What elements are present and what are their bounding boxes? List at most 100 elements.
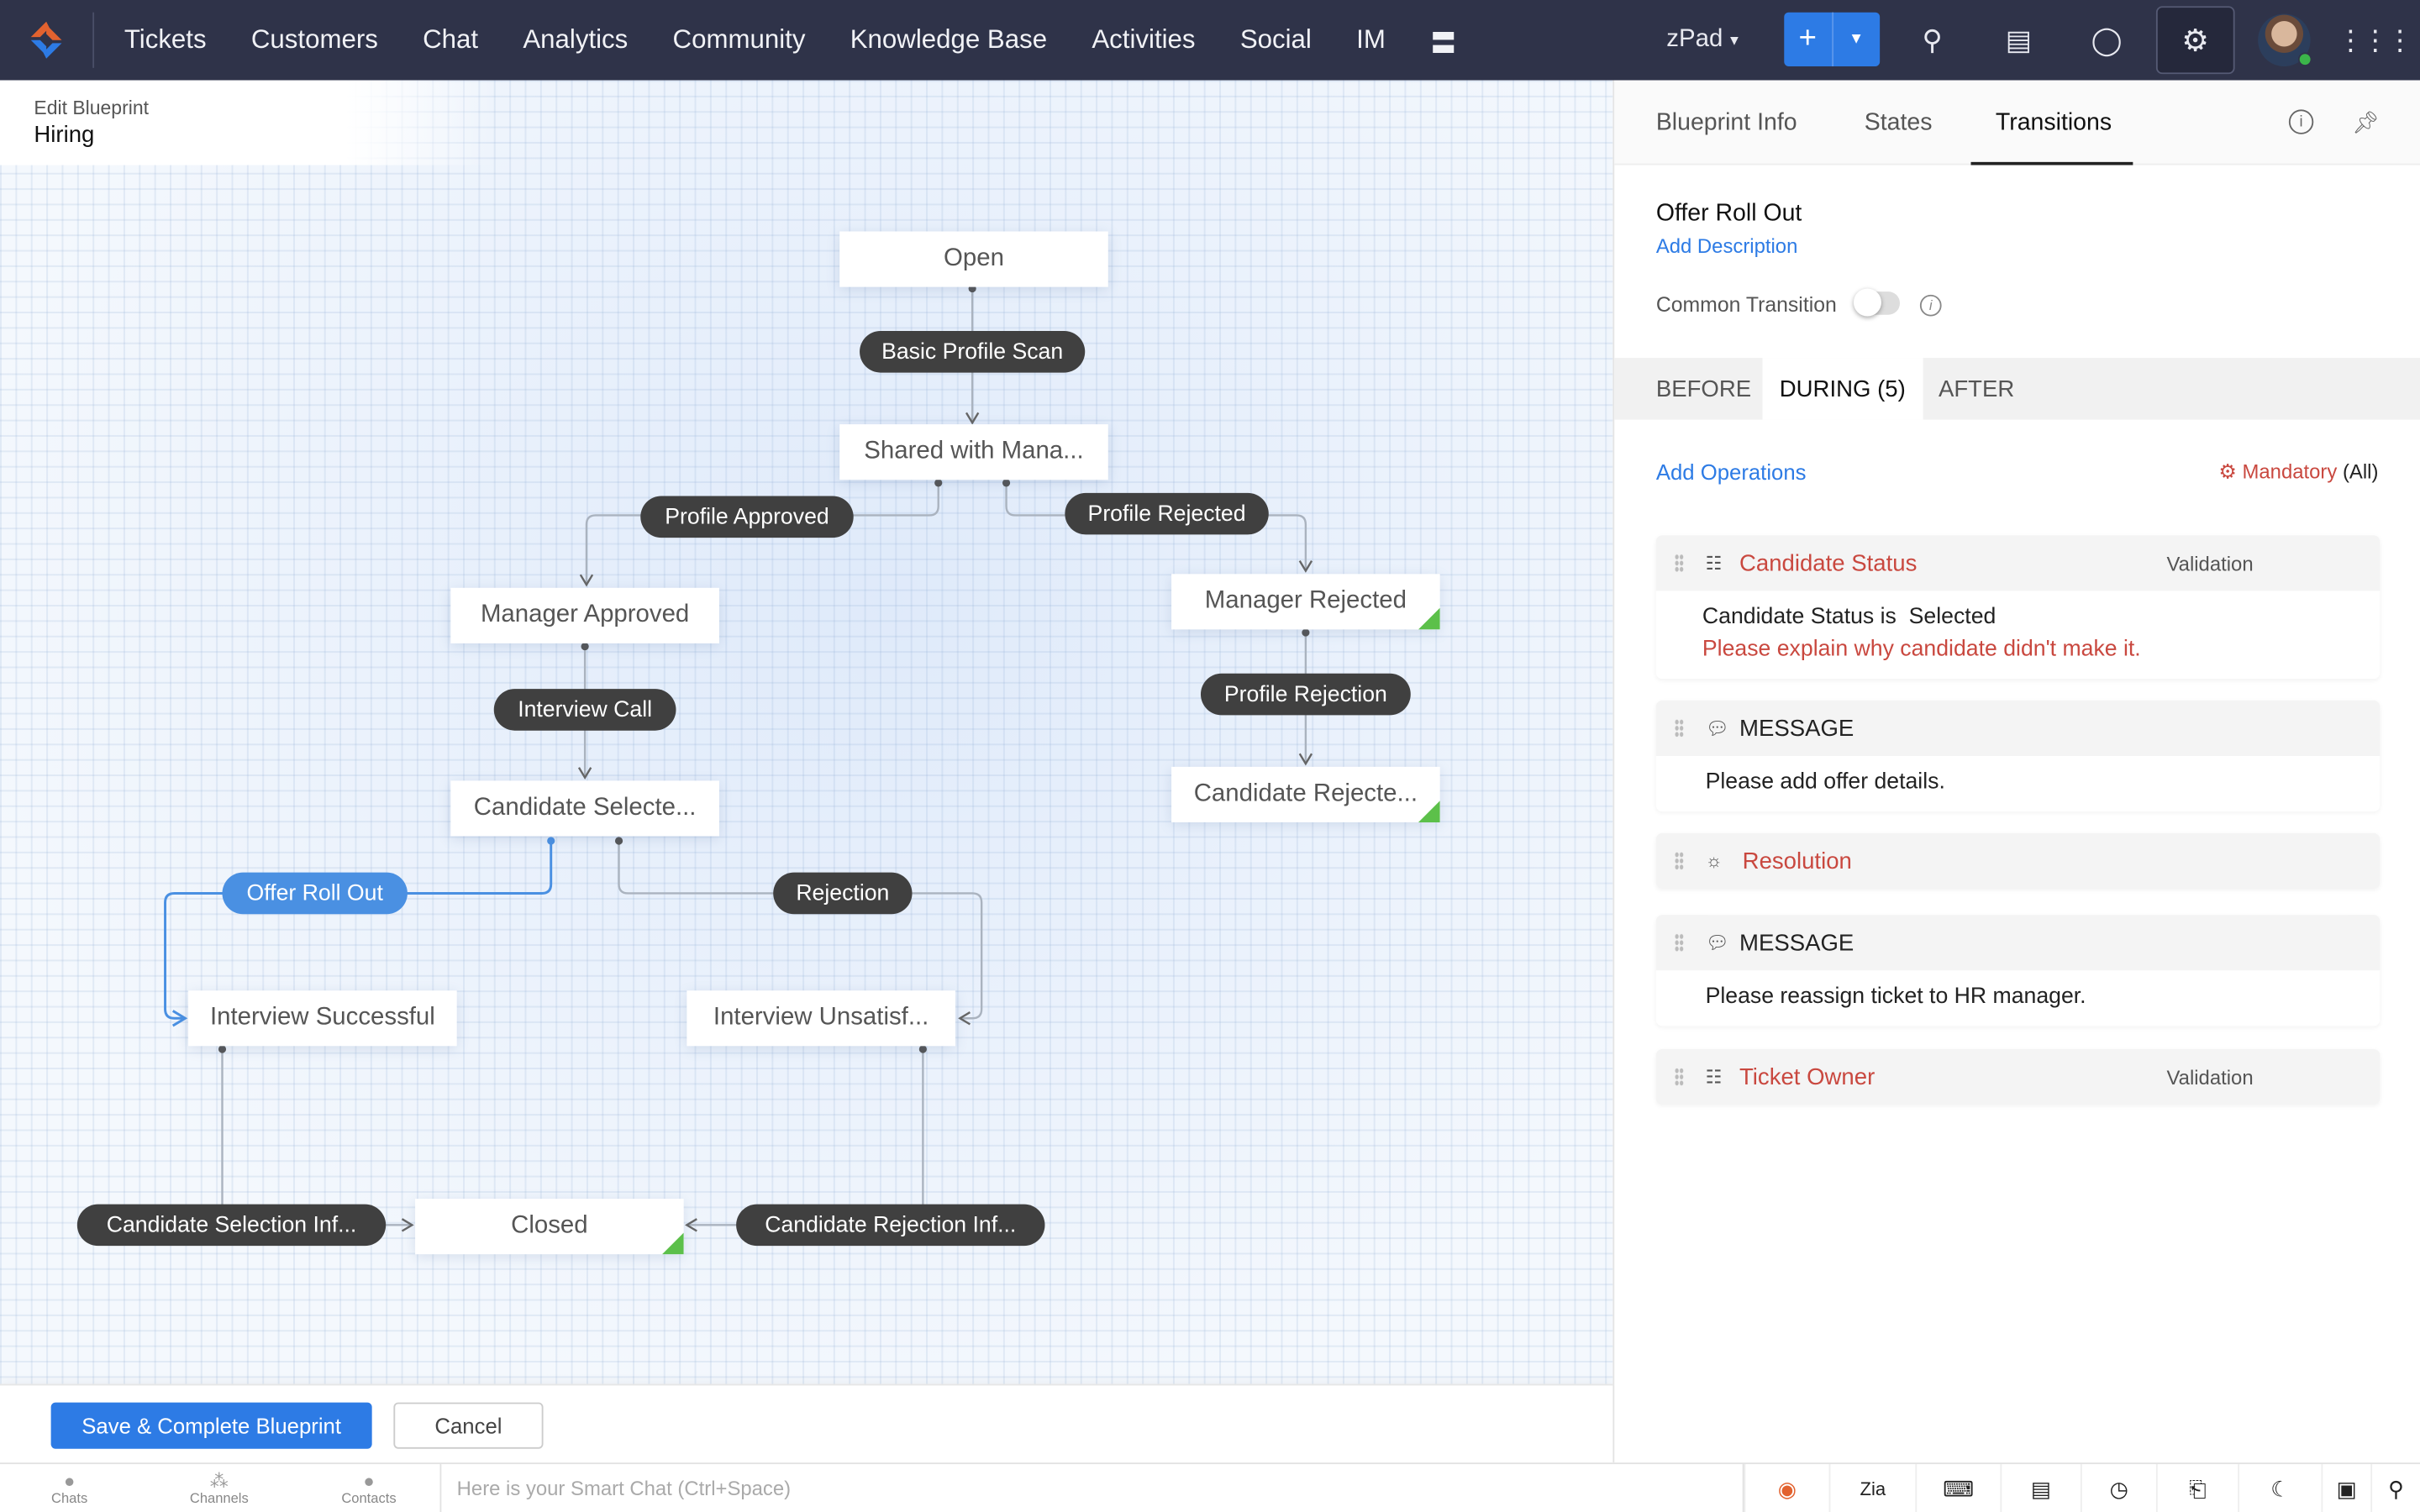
- operation-message[interactable]: 💬︎ MESSAGE Please add offer details.: [1655, 700, 2381, 812]
- common-transition-toggle[interactable]: [1853, 288, 1901, 317]
- pin-icon[interactable]: 📌︎: [2352, 108, 2380, 136]
- search-icon[interactable]: ⚲: [2370, 1464, 2420, 1512]
- avatar[interactable]: [2258, 13, 2312, 66]
- chat-bubble-icon: ●: [63, 1470, 76, 1493]
- state-closed[interactable]: Closed: [415, 1199, 684, 1255]
- state-shared-with-manager[interactable]: Shared with Mana...: [839, 424, 1108, 480]
- state-interview-unsatisfied[interactable]: Interview Unsatisf...: [687, 990, 955, 1047]
- nav-analytics[interactable]: Analytics: [501, 24, 650, 55]
- drag-handle-icon[interactable]: [1674, 933, 1684, 953]
- drag-handle-icon[interactable]: [1674, 851, 1684, 870]
- tab-after[interactable]: AFTER: [1939, 358, 2014, 419]
- panel-tabs: Blueprint Info States Transitions i 📌︎: [1614, 80, 2420, 165]
- toggle-knob: [1853, 288, 1881, 317]
- contacts-button[interactable]: ● Contacts: [329, 1464, 409, 1512]
- state-manager-rejected[interactable]: Manager Rejected: [1171, 574, 1440, 630]
- nav-customers[interactable]: Customers: [229, 24, 400, 55]
- blueprint-canvas[interactable]: Edit Blueprint Hiring Open Shared with M…: [0, 80, 1613, 1384]
- channels-label: Channels: [189, 1490, 249, 1506]
- mandatory-scope: (All): [2342, 459, 2379, 483]
- state-manager-approved[interactable]: Manager Approved: [450, 587, 719, 643]
- new-button[interactable]: + ▼: [1784, 12, 1881, 66]
- operation-resolution[interactable]: ☼ Resolution: [1655, 832, 2381, 889]
- bulb-icon: ☼: [1705, 850, 1723, 872]
- state-candidate-rejected[interactable]: Candidate Rejecte...: [1171, 766, 1440, 822]
- settings-button[interactable]: ⚙: [2155, 6, 2235, 75]
- add-operations-link[interactable]: Add Operations: [1656, 459, 1807, 484]
- transition-profile-rejected[interactable]: Profile Rejected: [1065, 492, 1269, 535]
- end-state-marker: [1418, 607, 1440, 630]
- channels-button[interactable]: ⁂ Channels: [179, 1464, 260, 1512]
- nav-knowledge-base[interactable]: Knowledge Base: [828, 24, 1070, 55]
- end-state-marker: [1418, 801, 1440, 822]
- nav-community[interactable]: Community: [650, 24, 828, 55]
- connector: [221, 1047, 414, 1232]
- operation-name: Resolution: [1742, 848, 1852, 874]
- tab-before[interactable]: BEFORE: [1656, 358, 1751, 419]
- clock-icon[interactable]: ◷: [2080, 1464, 2156, 1512]
- message-icon: 💬︎: [1705, 932, 1729, 954]
- state-label: Candidate Rejecte...: [1193, 780, 1418, 807]
- notes-alert-icon[interactable]: ▤: [2000, 1464, 2081, 1512]
- reply-icon[interactable]: ⎗: [2155, 1464, 2238, 1512]
- save-complete-button[interactable]: Save & Complete Blueprint: [50, 1402, 372, 1449]
- dark-mode-icon[interactable]: ☾: [2238, 1464, 2321, 1512]
- chats-button[interactable]: ● Chats: [29, 1464, 110, 1512]
- tab-during[interactable]: DURING (5): [1762, 358, 1923, 420]
- nav-chat[interactable]: Chat: [400, 24, 500, 55]
- mandatory-label: Mandatory: [2242, 459, 2338, 483]
- nav-im[interactable]: IM: [1334, 24, 1408, 55]
- smart-chat-input[interactable]: Here is your Smart Chat (Ctrl+Space): [439, 1464, 1744, 1512]
- transition-basic-profile-scan[interactable]: Basic Profile Scan: [860, 330, 1086, 373]
- transition-interview-call[interactable]: Interview Call: [493, 689, 676, 731]
- gear-icon: ⚙: [2218, 459, 2237, 483]
- transition-title: Offer Roll Out: [1655, 200, 1802, 228]
- zia-icon[interactable]: Zia: [1828, 1464, 1916, 1512]
- plus-icon[interactable]: +: [1784, 13, 1831, 66]
- drag-handle-icon[interactable]: [1674, 554, 1684, 573]
- operation-message[interactable]: 💬︎ MESSAGE Please reassign ticket to HR m…: [1655, 915, 2381, 1026]
- transition-offer-roll-out[interactable]: Offer Roll Out: [222, 872, 408, 915]
- nav-tickets[interactable]: Tickets: [102, 24, 229, 55]
- hamburger-icon[interactable]: 〓: [1407, 21, 1478, 60]
- tab-transitions[interactable]: Transitions: [1996, 109, 2112, 137]
- validation-condition: Candidate Status is Selected: [1702, 605, 1996, 630]
- transition-candidate-selection-inf[interactable]: Candidate Selection Inf...: [76, 1204, 387, 1247]
- feed-icon[interactable]: ▣: [2321, 1464, 2370, 1512]
- transition-candidate-rejection-inf[interactable]: Candidate Rejection Inf...: [736, 1204, 1045, 1247]
- state-interview-successful[interactable]: Interview Successful: [188, 990, 457, 1047]
- drag-handle-icon[interactable]: [1674, 718, 1684, 738]
- portal-switcher[interactable]: zPad ▼: [1660, 0, 1747, 81]
- transition-rejection[interactable]: Rejection: [773, 872, 913, 915]
- active-tab-indicator: [1970, 161, 2133, 165]
- state-open[interactable]: Open: [839, 231, 1108, 287]
- tab-states[interactable]: States: [1865, 109, 1933, 137]
- transition-profile-rejection[interactable]: Profile Rejection: [1200, 673, 1411, 716]
- tab-blueprint-info[interactable]: Blueprint Info: [1656, 109, 1797, 137]
- state-label: Closed: [511, 1212, 588, 1239]
- contacts-label: Contacts: [341, 1490, 397, 1506]
- nav-activities[interactable]: Activities: [1070, 24, 1218, 55]
- state-candidate-selected[interactable]: Candidate Selecte...: [450, 780, 719, 837]
- transition-profile-approved[interactable]: Profile Approved: [640, 496, 854, 538]
- apps-grid-icon[interactable]: ⋮⋮⋮: [2337, 0, 2414, 81]
- search-icon[interactable]: ⚲: [1907, 0, 1957, 81]
- app-logo-icon[interactable]: [24, 18, 67, 61]
- operation-candidate-status[interactable]: ☷ Candidate Status Validation Candidate St…: [1655, 535, 2381, 680]
- caret-down-icon[interactable]: ▼: [1831, 12, 1880, 66]
- cancel-button[interactable]: Cancel: [393, 1402, 544, 1449]
- keyboard-icon[interactable]: ⌨︎: [1915, 1464, 2000, 1512]
- add-description-link[interactable]: Add Description: [1656, 234, 1798, 258]
- info-icon[interactable]: i: [1919, 294, 1942, 317]
- mandatory-setting[interactable]: ⚙ Mandatory (All): [2218, 459, 2378, 484]
- operation-ticket-owner[interactable]: ☷ Ticket Owner Validation: [1655, 1048, 2381, 1105]
- caret-down-icon: ▼: [1727, 32, 1742, 48]
- notepad-icon[interactable]: ▤: [1994, 0, 2044, 81]
- bot-icon[interactable]: ◉: [1744, 1464, 1829, 1512]
- connector-lines: [164, 284, 1313, 1232]
- info-icon[interactable]: i: [2288, 109, 2314, 134]
- top-navbar: Tickets Customers Chat Analytics Communi…: [0, 0, 2420, 81]
- gamepad-icon[interactable]: ◯: [2081, 0, 2133, 81]
- drag-handle-icon[interactable]: [1674, 1068, 1684, 1087]
- nav-social[interactable]: Social: [1218, 24, 1334, 55]
